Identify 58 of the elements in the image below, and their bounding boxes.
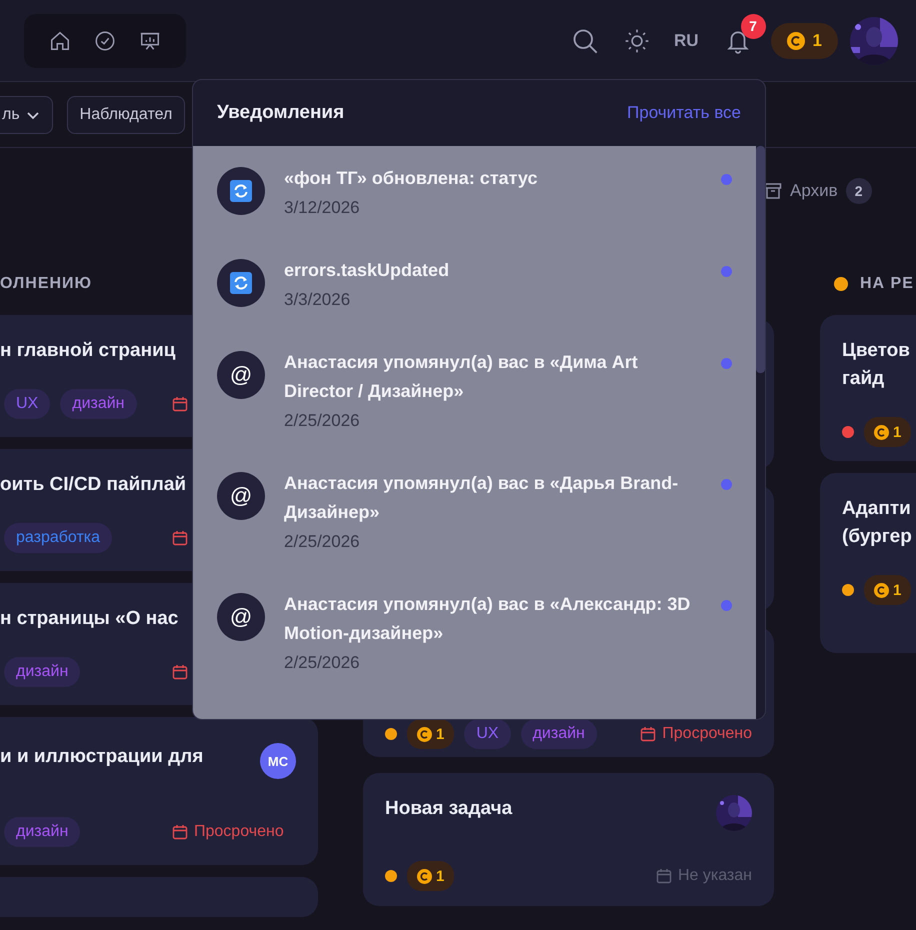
refresh-icon (230, 180, 252, 202)
due-date: Просрочено (194, 823, 284, 841)
due-date: Не указан (678, 867, 752, 885)
task-card[interactable]: Новая задача 1 Не указан (363, 773, 774, 906)
task-title: Адапти (бургер (842, 497, 912, 549)
coin-icon (874, 424, 889, 440)
filter-button[interactable]: ль (0, 96, 53, 134)
archive-count: 2 (846, 178, 872, 204)
coin-reward: 1 (864, 417, 912, 447)
task-title: и и иллюстрации для (0, 745, 204, 769)
notification-count: 7 (740, 14, 766, 38)
task-title: н страницы «О нас (0, 607, 178, 631)
notification-text: errors.taskUpdated (284, 259, 450, 282)
mention-symbol: @ (230, 483, 252, 509)
panel-title: Уведомления (217, 102, 344, 124)
mention-symbol: @ (230, 362, 252, 388)
filter-button[interactable]: Наблюдател (66, 96, 186, 134)
assignee-avatar: МС (260, 743, 296, 779)
column-title: НА РЕ (860, 275, 914, 293)
coin-icon (786, 32, 805, 50)
tag: дизайн (4, 657, 80, 687)
coin-icon (417, 868, 432, 884)
check-circle-icon[interactable] (94, 30, 116, 52)
tag: дизайн (520, 719, 597, 749)
scrollbar-thumb[interactable] (756, 146, 765, 373)
notification-date: 3/3/2026 (284, 289, 352, 311)
coin-balance[interactable]: 1 (770, 22, 838, 58)
task-title: н главной страниц (0, 339, 176, 363)
task-card[interactable]: и и иллюстрации для МС дизайн Просрочено (0, 717, 318, 865)
refresh-icon (230, 272, 252, 294)
home-icon[interactable] (49, 30, 72, 52)
task-title: Новая задача (385, 797, 512, 821)
due-date: Просрочено (662, 725, 752, 743)
column-title: ОЛНЕНИЮ (0, 275, 92, 293)
task-card[interactable]: Цветов гайд 1 (820, 315, 916, 461)
sun-icon[interactable] (624, 28, 650, 54)
tag: UX (464, 719, 511, 749)
tag: дизайн (4, 817, 80, 847)
tag: разработка (4, 523, 112, 553)
mention-symbol: @ (230, 604, 252, 630)
notification-date: 3/12/2026 (284, 197, 361, 219)
task-card[interactable]: Адапти (бургер 1 (820, 473, 916, 653)
scrollbar[interactable] (756, 146, 765, 719)
tag: дизайн (60, 389, 137, 419)
tag: UX (4, 389, 50, 419)
coin-reward: 1 (864, 575, 912, 605)
coin-icon (874, 582, 889, 598)
coin-icon (417, 726, 432, 742)
archive-box-icon (764, 182, 782, 200)
coin-reward: 1 (407, 719, 454, 749)
task-title: оить CI/CD пайплай (0, 473, 186, 497)
mark-all-read-link[interactable]: Прочитать все (627, 103, 741, 123)
coin-reward: 1 (407, 861, 454, 891)
archive-button[interactable]: Архив 2 (764, 178, 872, 204)
language-button[interactable]: RU (674, 30, 699, 50)
search-icon[interactable] (570, 26, 599, 54)
task-title: Цветов гайд (842, 339, 910, 391)
notification-text: «фон ТГ» обновлена: статус (284, 167, 538, 190)
